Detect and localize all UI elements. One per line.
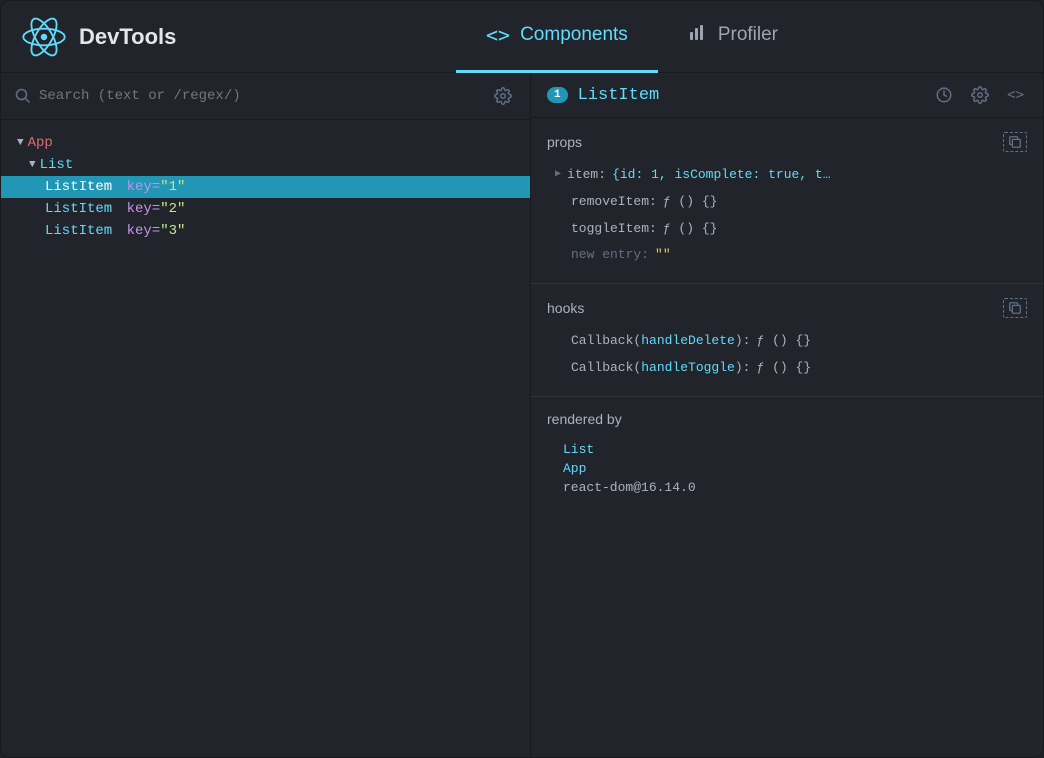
props-title: props <box>547 134 582 150</box>
expand-arrow-icon: ▶ <box>555 167 561 183</box>
prop-colon-4: : <box>641 245 649 266</box>
component-header-name: ListItem <box>578 86 923 105</box>
props-section: props ▶ item : {id: 1, isComplete: true,… <box>531 118 1043 284</box>
hook-value-handledelete: ƒ () {} <box>756 331 811 352</box>
settings-button[interactable] <box>490 83 516 109</box>
hooks-title: hooks <box>547 300 584 316</box>
components-tab-icon: <> <box>486 23 510 47</box>
component-actions: <> <box>932 83 1027 107</box>
rendered-by-title: rendered by <box>547 411 622 427</box>
prop-val-3: "3" <box>160 223 185 239</box>
hook-name-handletoggle: Callback(handleToggle) <box>571 358 743 379</box>
prop-value-removeitem: ƒ () {} <box>663 192 718 213</box>
logo-area: DevTools <box>21 14 241 60</box>
hook-name-handledelete: Callback(handleDelete) <box>571 331 743 352</box>
arrow-icon: ▼ <box>17 137 24 149</box>
hooks-section-header: hooks <box>547 298 1027 318</box>
prop-value-item: {id: 1, isComplete: true, t… <box>612 165 830 186</box>
hook-value-handletoggle: ƒ () {} <box>756 358 811 379</box>
prop-key-1: key= <box>118 179 160 195</box>
prop-name-toggleitem: toggleItem <box>571 219 649 240</box>
component-settings-button[interactable] <box>968 83 992 107</box>
component-name-listitem3: ListItem <box>45 223 112 239</box>
arrow-icon: ▼ <box>29 159 36 171</box>
rendered-by-list-label: List <box>563 442 594 457</box>
props-section-header: props <box>547 132 1027 152</box>
search-input[interactable] <box>39 88 482 104</box>
prop-name-newentry: new entry <box>571 245 641 266</box>
suspend-button[interactable] <box>932 83 956 107</box>
view-source-button[interactable]: <> <box>1004 84 1027 106</box>
hook-row-handletoggle: Callback(handleToggle) : ƒ () {} <box>547 355 1027 382</box>
rendered-by-list: List App react-dom@16.14.0 <box>547 437 1027 500</box>
rendered-by-header: rendered by <box>547 411 1027 427</box>
search-icon <box>15 88 31 104</box>
component-name-list: List <box>40 157 74 173</box>
header: DevTools <> Components Profiler <box>1 1 1043 73</box>
tree-node-listitem-1[interactable]: ListItem key= "1" <box>1 176 530 198</box>
components-tab-label: Components <box>520 24 628 46</box>
tab-components[interactable]: <> Components <box>456 1 658 73</box>
timer-icon <box>935 86 953 104</box>
copy-props-button[interactable] <box>1003 132 1027 152</box>
devtools-title: DevTools <box>79 24 176 50</box>
prop-row-toggleitem: toggleItem : ƒ () {} <box>547 216 1027 243</box>
prop-row-newentry: new entry : "" <box>547 242 1027 269</box>
rendered-by-reactdom-item: react-dom@16.14.0 <box>563 478 1027 497</box>
prop-val-1: "1" <box>160 179 185 195</box>
main-content: ▼ App ▼ List ListItem key= "1" <box>1 73 1043 757</box>
prop-key-3: key= <box>118 223 160 239</box>
component-name-listitem2: ListItem <box>45 201 112 217</box>
prop-colon-3: : <box>649 219 657 240</box>
prop-colon-2: : <box>649 192 657 213</box>
rendered-by-list-item[interactable]: List <box>563 440 1027 459</box>
copy-icon <box>1008 135 1022 149</box>
react-logo-icon <box>21 14 67 60</box>
hook-colon-2: : <box>743 358 751 379</box>
component-badge: 1 <box>547 87 568 103</box>
component-tree: ▼ App ▼ List ListItem key= "1" <box>1 120 530 757</box>
rendered-by-reactdom-label: react-dom@16.14.0 <box>563 480 696 495</box>
prop-val-2: "2" <box>160 201 185 217</box>
prop-row-removeitem: removeItem : ƒ () {} <box>547 189 1027 216</box>
right-panel: 1 ListItem <box>531 73 1043 757</box>
prop-value-toggleitem: ƒ () {} <box>663 219 718 240</box>
copy-hooks-icon <box>1008 301 1022 315</box>
prop-value-newentry: "" <box>655 245 671 266</box>
component-header: 1 ListItem <box>531 73 1043 118</box>
left-panel: ▼ App ▼ List ListItem key= "1" <box>1 73 531 757</box>
header-tabs: <> Components Profiler <box>241 1 1023 73</box>
copy-hooks-button[interactable] <box>1003 298 1027 318</box>
tree-node-listitem-3[interactable]: ListItem key= "3" <box>1 220 530 242</box>
gear-icon <box>494 87 512 105</box>
devtools-window: DevTools <> Components Profiler <box>0 0 1044 758</box>
tree-node-listitem-2[interactable]: ListItem key= "2" <box>1 198 530 220</box>
rendered-by-app-item[interactable]: App <box>563 459 1027 478</box>
tree-node-app[interactable]: ▼ App <box>1 132 530 154</box>
prop-row-item[interactable]: ▶ item : {id: 1, isComplete: true, t… <box>547 162 1027 189</box>
hook-row-handledelete: Callback(handleDelete) : ƒ () {} <box>547 328 1027 355</box>
tree-node-list[interactable]: ▼ List <box>1 154 530 176</box>
prop-colon: : <box>598 165 606 186</box>
code-icon: <> <box>1007 87 1024 103</box>
hooks-section: hooks Callback(handleDelete) : <box>531 284 1043 397</box>
prop-key-2: key= <box>118 201 160 217</box>
profiler-tab-icon <box>688 22 708 48</box>
rendered-by-section: rendered by List App react-dom@16.14.0 <box>531 397 1043 514</box>
profiler-tab-label: Profiler <box>718 24 778 46</box>
settings-icon <box>971 86 989 104</box>
prop-name-removeitem: removeItem <box>571 192 649 213</box>
component-name-listitem1: ListItem <box>45 179 112 195</box>
hook-colon-1: : <box>743 331 751 352</box>
prop-name-item: item <box>567 165 598 186</box>
tab-profiler[interactable]: Profiler <box>658 1 808 73</box>
search-bar <box>1 73 530 120</box>
rendered-by-app-label: App <box>563 461 586 476</box>
component-name-app: App <box>28 135 53 151</box>
